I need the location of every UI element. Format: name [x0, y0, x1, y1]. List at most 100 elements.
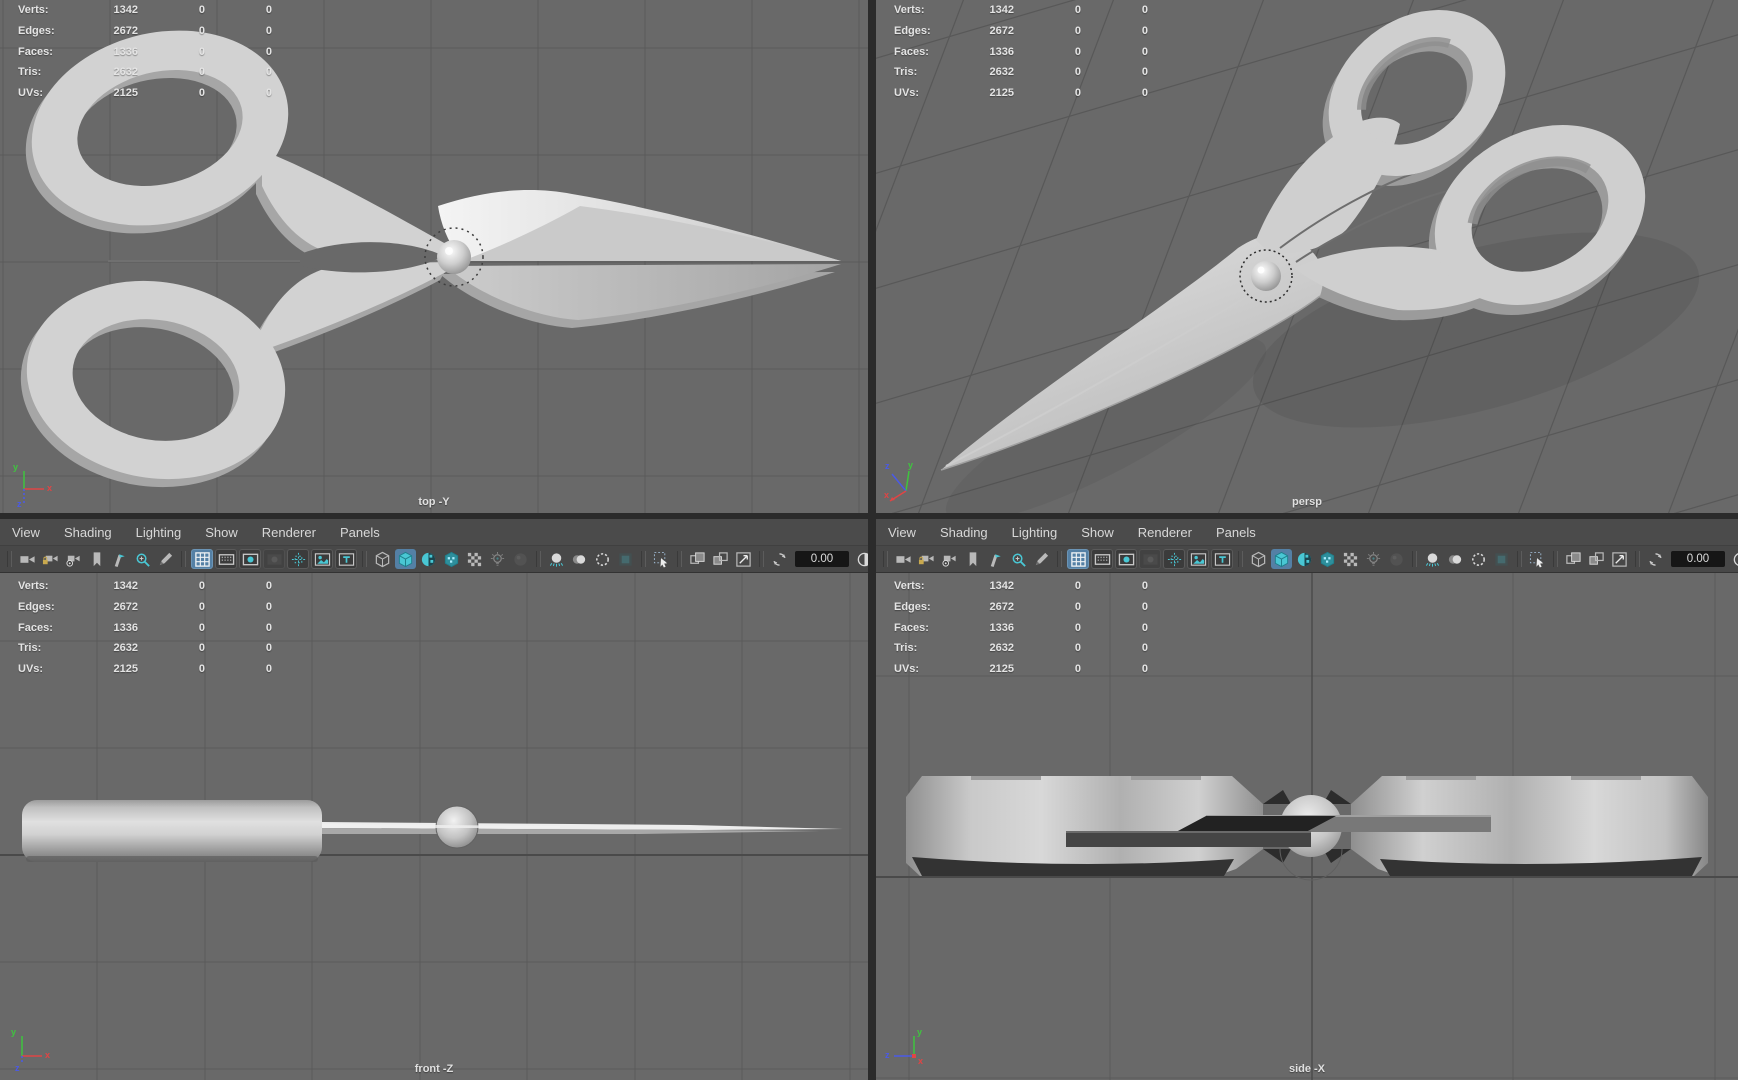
scissors-model-side	[906, 776, 1708, 881]
safe-title-icon[interactable]	[1211, 549, 1233, 569]
xray-icon[interactable]	[733, 549, 754, 569]
shaded-icon[interactable]	[395, 549, 416, 569]
handle-profile	[22, 800, 322, 862]
viewport-front-canvas	[0, 573, 868, 1080]
isolate-select-icon[interactable]	[687, 549, 708, 569]
exposure-icon[interactable]	[769, 549, 790, 569]
multisampling-icon[interactable]	[615, 549, 636, 569]
pivot-screw	[437, 240, 471, 274]
resolution-gate-icon[interactable]	[239, 549, 261, 569]
maya-four-view-layout: Verts: 1342 0 0 Edges: 2672 0 0 Faces: 1336 0 0 T…	[0, 0, 1738, 1080]
toolbar-separator	[641, 551, 646, 567]
menu-panels[interactable]: Panels	[340, 525, 380, 540]
shaded-icon[interactable]	[1271, 549, 1292, 569]
exposure-field[interactable]: 0.00	[1671, 551, 1725, 567]
menu-renderer[interactable]: Renderer	[1138, 525, 1192, 540]
exposure-field[interactable]: 0.00	[795, 551, 849, 567]
viewport-side[interactable]: Verts: 1342 0 0 Edges: 2672 0 0 Faces: 1336 0 0 T…	[876, 573, 1738, 1080]
textured-icon[interactable]	[418, 549, 439, 569]
film-gate-icon[interactable]	[1091, 549, 1113, 569]
resolution-gate-icon[interactable]	[1115, 549, 1137, 569]
shadows-icon[interactable]	[510, 549, 531, 569]
menu-panels[interactable]: Panels	[1216, 525, 1256, 540]
grid-icon[interactable]	[1067, 549, 1089, 569]
camera-attributes-icon[interactable]	[63, 549, 84, 569]
toolbar-separator	[1553, 551, 1558, 567]
pivot-screw	[1251, 261, 1281, 291]
toolbar-separator	[536, 551, 541, 567]
toolbar-separator	[1412, 551, 1417, 567]
panel-toolbar: 0.00 1.00 ON sRGB gamm	[876, 546, 1738, 573]
toolbar-separator	[1057, 551, 1062, 567]
lock-camera-icon[interactable]	[40, 549, 61, 569]
pan-zoom-icon[interactable]	[985, 549, 1006, 569]
xray-icon[interactable]	[1609, 549, 1630, 569]
viewport-persp[interactable]: Verts: 1342 0 0 Edges: 2672 0 0 Faces: 1336 0 0 T…	[876, 0, 1738, 513]
grid-icon[interactable]	[191, 549, 213, 569]
panel-toolbar: 0.00 1.00 ON sRGB gamm	[0, 546, 868, 573]
shadows-icon[interactable]	[1386, 549, 1407, 569]
lighting-icon[interactable]	[1363, 549, 1384, 569]
menu-show[interactable]: Show	[205, 525, 238, 540]
isolate-add-icon[interactable]	[1586, 549, 1607, 569]
use-default-material-icon[interactable]	[464, 549, 485, 569]
viewport-top[interactable]: Verts: 1342 0 0 Edges: 2672 0 0 Faces: 1336 0 0 T…	[0, 0, 868, 513]
zoom-region-icon[interactable]	[132, 549, 153, 569]
gate-mask-icon[interactable]	[263, 549, 285, 569]
viewport-front[interactable]: Verts: 1342 0 0 Edges: 2672 0 0 Faces: 1336 0 0 T…	[0, 573, 868, 1080]
contrast-icon[interactable]	[1730, 549, 1738, 569]
anti-aliasing-icon[interactable]	[592, 549, 613, 569]
viewport-persp-canvas	[876, 0, 1738, 513]
toolbar-separator	[1517, 551, 1522, 567]
safe-action-icon[interactable]	[311, 549, 333, 569]
wireframe-icon[interactable]	[1248, 549, 1269, 569]
object-selection-icon[interactable]	[651, 549, 672, 569]
safe-title-icon[interactable]	[335, 549, 357, 569]
wireframe-on-shaded-icon[interactable]	[441, 549, 462, 569]
ambient-occlusion-icon[interactable]	[1422, 549, 1443, 569]
multisampling-icon[interactable]	[1491, 549, 1512, 569]
menu-view[interactable]: View	[12, 525, 40, 540]
bookmark-icon[interactable]	[962, 549, 983, 569]
ambient-occlusion-icon[interactable]	[546, 549, 567, 569]
motion-blur-icon[interactable]	[1445, 549, 1466, 569]
lighting-icon[interactable]	[487, 549, 508, 569]
blade-bar-lower	[1066, 832, 1311, 847]
menu-show[interactable]: Show	[1081, 525, 1114, 540]
anti-aliasing-icon[interactable]	[1468, 549, 1489, 569]
select-camera-icon[interactable]	[893, 549, 914, 569]
toolbar-separator	[1635, 551, 1640, 567]
menu-shading[interactable]: Shading	[940, 525, 988, 540]
menu-renderer[interactable]: Renderer	[262, 525, 316, 540]
wireframe-on-shaded-icon[interactable]	[1317, 549, 1338, 569]
wireframe-icon[interactable]	[372, 549, 393, 569]
menu-shading[interactable]: Shading	[64, 525, 112, 540]
bookmark-icon[interactable]	[86, 549, 107, 569]
menu-lighting[interactable]: Lighting	[1012, 525, 1058, 540]
zoom-region-icon[interactable]	[1008, 549, 1029, 569]
textured-icon[interactable]	[1294, 549, 1315, 569]
gate-mask-icon[interactable]	[1139, 549, 1161, 569]
select-camera-icon[interactable]	[17, 549, 38, 569]
menu-lighting[interactable]: Lighting	[136, 525, 182, 540]
isolate-select-icon[interactable]	[1563, 549, 1584, 569]
motion-blur-icon[interactable]	[569, 549, 590, 569]
contrast-icon[interactable]	[854, 549, 868, 569]
pan-zoom-icon[interactable]	[109, 549, 130, 569]
toolbar-separator	[362, 551, 367, 567]
field-chart-icon[interactable]	[1163, 549, 1185, 569]
toolbar-separator	[883, 551, 888, 567]
camera-attributes-icon[interactable]	[939, 549, 960, 569]
use-default-material-icon[interactable]	[1340, 549, 1361, 569]
isolate-add-icon[interactable]	[710, 549, 731, 569]
object-selection-icon[interactable]	[1527, 549, 1548, 569]
field-chart-icon[interactable]	[287, 549, 309, 569]
exposure-icon[interactable]	[1645, 549, 1666, 569]
film-gate-icon[interactable]	[215, 549, 237, 569]
panel-menubar: View Shading Lighting Show Renderer Pane…	[876, 519, 1738, 546]
safe-action-icon[interactable]	[1187, 549, 1209, 569]
grease-pencil-icon[interactable]	[1031, 549, 1052, 569]
grease-pencil-icon[interactable]	[155, 549, 176, 569]
lock-camera-icon[interactable]	[916, 549, 937, 569]
menu-view[interactable]: View	[888, 525, 916, 540]
